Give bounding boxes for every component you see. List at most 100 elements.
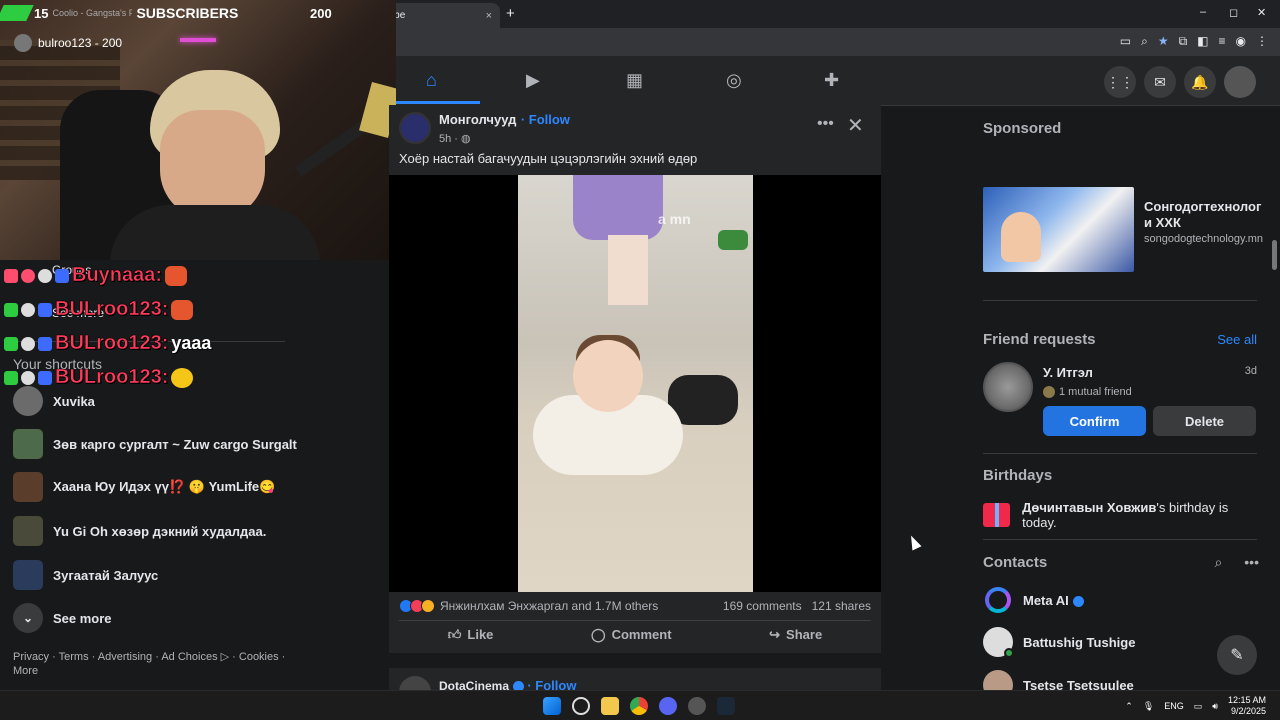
post-author[interactable]: Монголчууд <box>439 112 516 127</box>
network-icon[interactable]: ▭ <box>1194 701 1203 712</box>
clock[interactable]: 12:15 AM 9/2/2025 <box>1228 695 1266 717</box>
bell-icon: 🔔 <box>1191 73 1209 90</box>
maximize-button[interactable]: ◻ <box>1229 6 1238 19</box>
confirm-button[interactable]: Confirm <box>1043 406 1146 436</box>
birthday-item[interactable]: Дөчинтавын Ховжив's birthday is today. <box>983 500 1259 530</box>
page-scrollbar[interactable] <box>1272 240 1277 270</box>
feed-post: Монголчууд · Follow 5h · ◍ ••• ✕ Хоёр на… <box>389 105 881 653</box>
ad-url[interactable]: songodogtechnology.mn <box>1144 233 1263 246</box>
zoom-icon[interactable]: ⌕ <box>1141 34 1148 49</box>
home-icon[interactable]: ⌂ <box>426 70 437 91</box>
menu-grid-button[interactable]: ⋮⋮ <box>1104 66 1136 98</box>
browser-toolbar-icons: ▭ ⌕ ★ ⧉ ◧ ≡ ◉ ⋮ <box>1120 34 1268 49</box>
first-badge-icon <box>4 302 18 317</box>
new-tab-button[interactable]: + <box>506 5 515 22</box>
streamer-face <box>160 110 265 220</box>
birthday-person[interactable]: Дөчинтавын Ховжив <box>1022 500 1156 515</box>
reading-list-icon[interactable]: ≡ <box>1219 34 1226 49</box>
chat-username: BULroo123: <box>55 366 169 389</box>
post-timestamp[interactable]: 5h · ◍ <box>439 132 570 145</box>
tab-close-button[interactable]: × <box>486 10 492 22</box>
shortcut-item[interactable]: Yu Gi Oh хөзөр дэкний худалдаа. <box>13 516 266 546</box>
reaction-summary[interactable]: Янжинлхам Энхжаргал and 1.7M others 169 … <box>399 599 871 613</box>
birthdays-title: Birthdays <box>983 467 1053 484</box>
cast-icon[interactable]: ▭ <box>1120 34 1131 49</box>
minimize-button[interactable]: – <box>1200 6 1206 18</box>
shortcut-avatar <box>13 560 43 590</box>
marketplace-icon[interactable]: ▦ <box>626 70 643 91</box>
child-legs <box>608 235 648 305</box>
ghost-tab-title: Coolio - Gangsta's Paradise (feat. L.V.)… <box>52 8 133 18</box>
file-explorer-icon[interactable] <box>601 697 619 715</box>
reaction-names[interactable]: Янжинлхам Энхжаргал and 1.7M others <box>440 599 658 613</box>
steam-icon[interactable] <box>717 697 735 715</box>
comment-button[interactable]: ◯ Comment <box>591 627 672 643</box>
volume-icon[interactable]: 🔊︎ <box>1212 701 1218 712</box>
contact-item[interactable]: Meta AI <box>983 585 1084 615</box>
more-options-icon[interactable]: ••• <box>817 115 834 133</box>
post-time-text: 5h · <box>439 133 458 145</box>
like-button[interactable]: 👍︎ Like <box>448 627 494 643</box>
see-more-button[interactable]: ⌄ See more <box>13 603 112 633</box>
language-indicator[interactable]: ENG <box>1164 701 1184 711</box>
baby-head <box>573 340 643 412</box>
notifications-button[interactable]: 🔔 <box>1184 66 1216 98</box>
requester-name[interactable]: У. Итгэл <box>1043 365 1093 380</box>
video-frame[interactable]: a mn <box>518 175 753 592</box>
shortcut-item[interactable]: Хаана Юу Идэх үү⁉️ 🤫 YumLife😋 <box>13 472 275 502</box>
chat-username: BULroo123: <box>55 298 169 321</box>
streamer-shirt <box>110 205 320 260</box>
obs-icon[interactable] <box>688 697 706 715</box>
emote-badge-icon <box>21 336 35 351</box>
sidebar-divider <box>983 453 1257 454</box>
post-media[interactable]: a mn <box>389 175 881 592</box>
see-all-link[interactable]: See all <box>1217 332 1257 347</box>
close-icon[interactable]: ✕ <box>847 113 864 138</box>
duck-emote-icon <box>171 367 194 388</box>
microphone-icon[interactable]: 🎙︎ <box>1143 701 1154 712</box>
discord-icon[interactable] <box>659 697 677 715</box>
goal-current: 15 <box>34 5 49 21</box>
comment-count[interactable]: 169 comments <box>723 599 802 613</box>
follow-button[interactable]: · Follow <box>521 112 570 127</box>
see-more-label: See more <box>53 610 112 626</box>
video-icon[interactable]: ▶ <box>526 70 540 91</box>
sidebar-divider <box>983 539 1257 540</box>
account-avatar[interactable] <box>1224 66 1256 98</box>
gaming-icon[interactable]: ✚ <box>824 70 839 91</box>
mutual-friends[interactable]: 1 mutual friend <box>1043 386 1132 398</box>
new-message-button[interactable]: ✎ <box>1217 635 1257 675</box>
profile-icon[interactable]: ◉ <box>1236 34 1246 49</box>
online-indicator <box>1004 648 1014 658</box>
share-count[interactable]: 121 shares <box>812 599 871 613</box>
shortcut-item[interactable]: Зөв карго сургалт ~ Zuw cargo Surgalt <box>13 429 297 459</box>
browser-menu-icon[interactable]: ⋮ <box>1256 34 1268 49</box>
extensions-puzzle-icon[interactable]: ◧ <box>1197 34 1208 49</box>
badge-icon <box>4 268 18 283</box>
contact-item[interactable]: Battushig Tushige <box>983 627 1135 658</box>
chat-username: BULroo123: <box>55 332 169 355</box>
search-icon[interactable]: ⌕ <box>1214 554 1222 571</box>
share-button[interactable]: ↪ Share <box>769 627 822 643</box>
more-options-icon[interactable]: ••• <box>1244 554 1259 571</box>
footer-links[interactable]: Privacy · Terms · Advertising · Ad Choic… <box>13 650 293 678</box>
shortcut-avatar <box>13 429 43 459</box>
sponsored-ad[interactable]: Сонгодогтехнолог и ХХК songodogtechnolog… <box>983 187 1263 272</box>
windows-start-icon[interactable] <box>543 697 561 715</box>
page-avatar[interactable] <box>399 112 431 144</box>
chrome-icon[interactable] <box>630 697 648 715</box>
ad-advertiser[interactable]: Сонгодогтехнолог и ХХК <box>1144 199 1263 231</box>
search-icon[interactable] <box>572 697 590 715</box>
chevron-up-icon[interactable]: ⌃ <box>1125 701 1133 712</box>
close-window-button[interactable]: ✕ <box>1257 6 1266 19</box>
messenger-button[interactable]: ✉ <box>1144 66 1176 98</box>
bookmark-star-icon[interactable]: ★ <box>1158 34 1169 49</box>
shortcut-item[interactable]: Зугаатай Залуус <box>13 560 158 590</box>
delete-button[interactable]: Delete <box>1153 406 1256 436</box>
requester-avatar[interactable] <box>983 362 1033 412</box>
ad-image[interactable] <box>983 187 1134 272</box>
chat-message: BULroo123: <box>4 366 194 389</box>
shortcut-item[interactable]: Xuvika <box>13 386 95 416</box>
extension-icon[interactable]: ⧉ <box>1179 34 1188 49</box>
groups-icon[interactable]: ◎ <box>726 70 742 91</box>
